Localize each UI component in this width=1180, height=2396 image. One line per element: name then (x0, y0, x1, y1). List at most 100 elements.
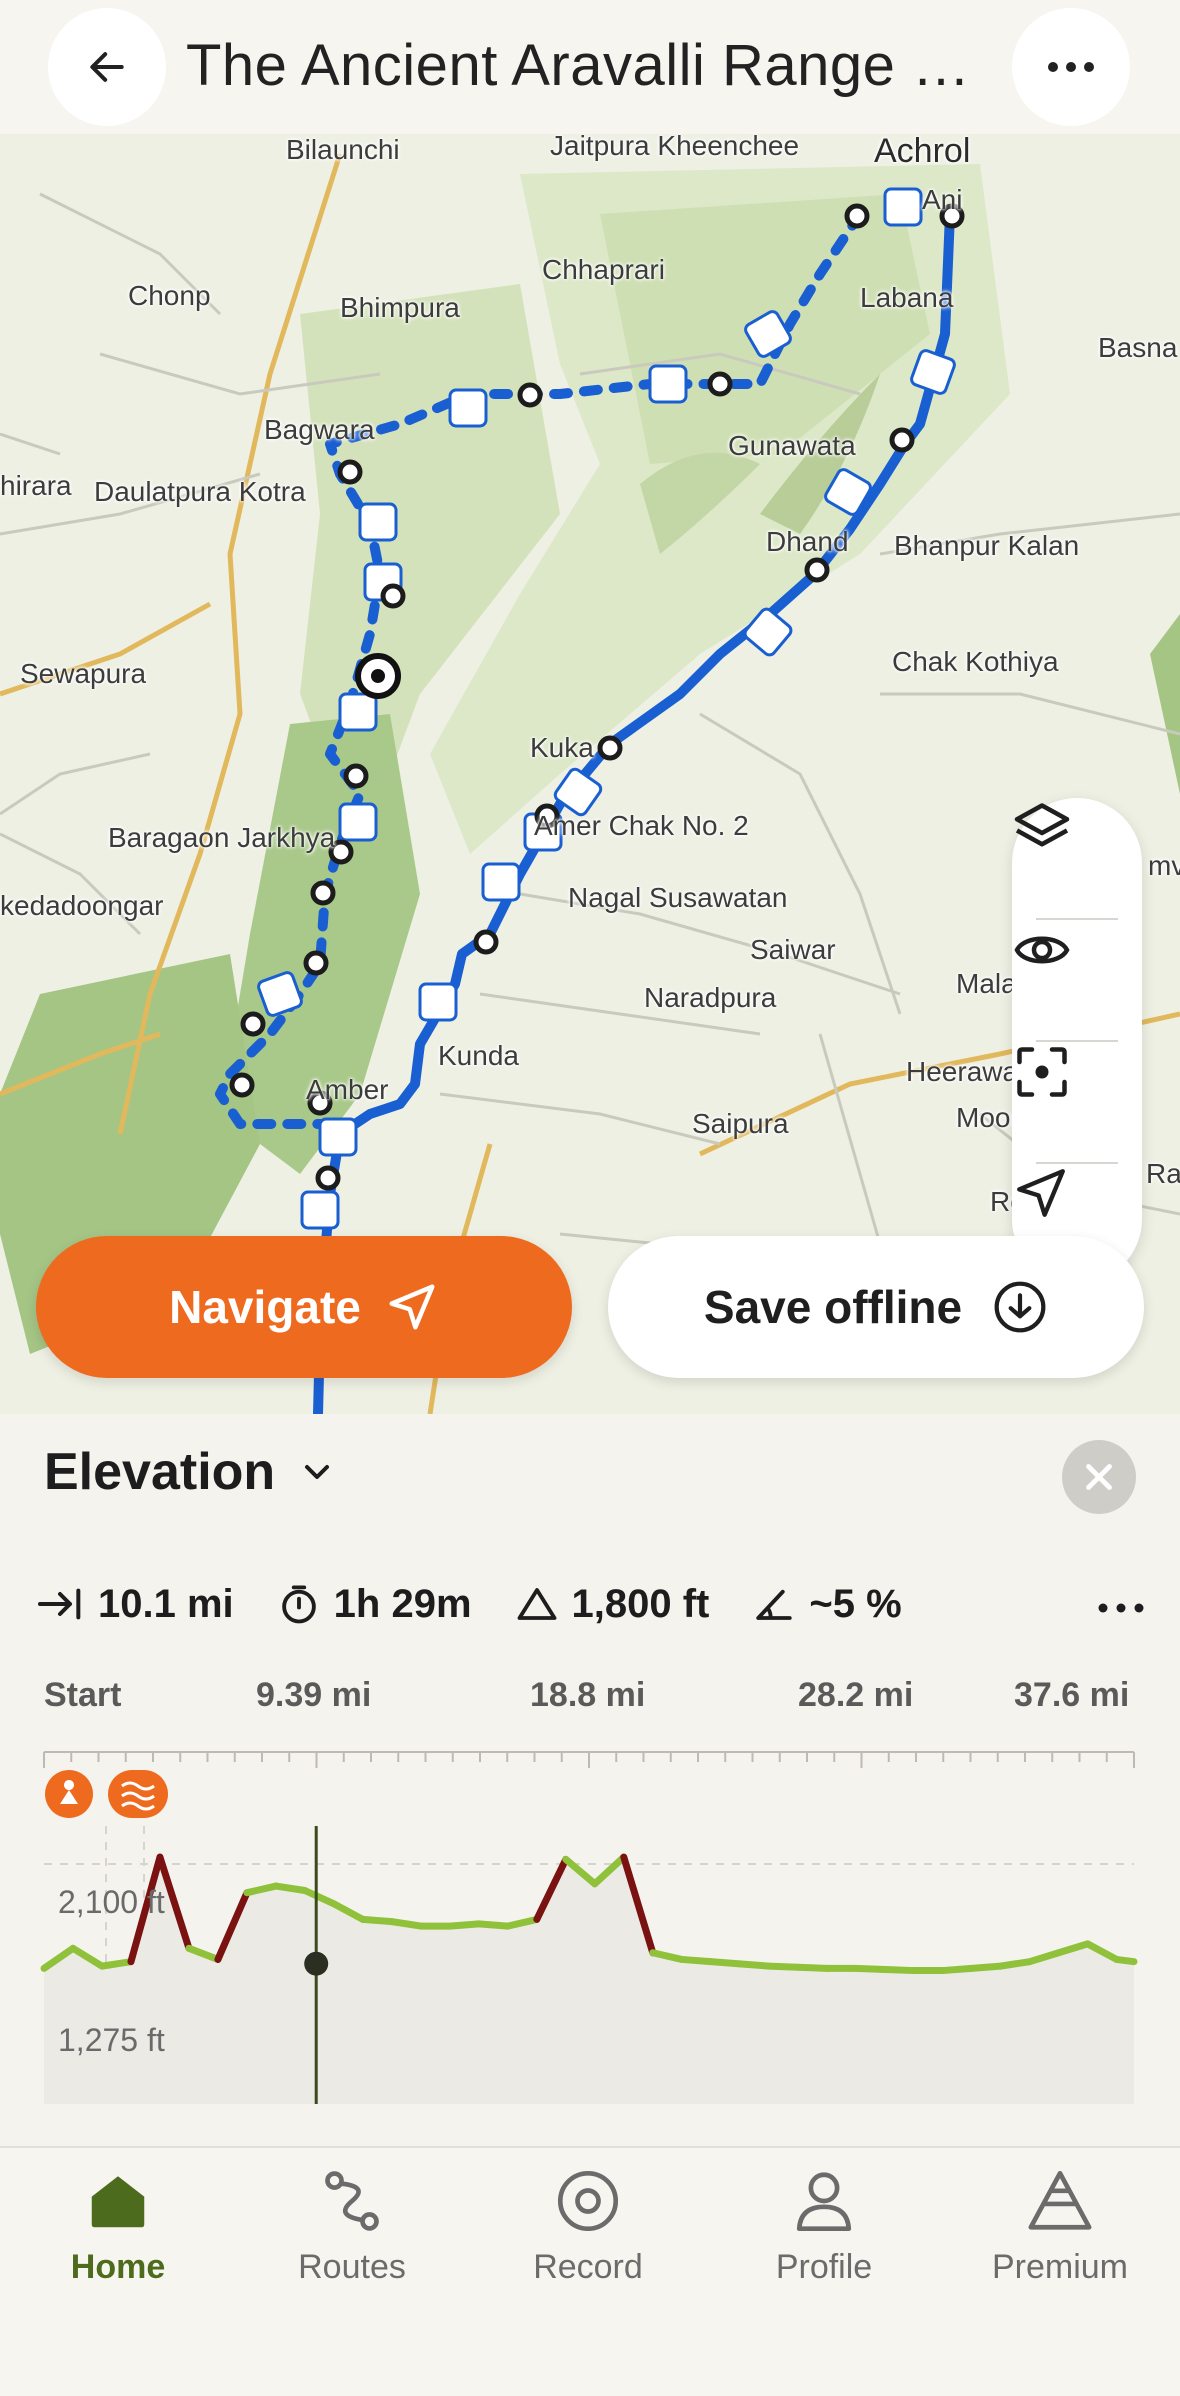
elevation-line-segment (707, 1958, 744, 1968)
map-label: mv (1148, 850, 1180, 881)
stat-duration: 1h 29m (278, 1582, 472, 1627)
map-label: Amber (306, 1074, 389, 1105)
focus-icon (1017, 1047, 1067, 1097)
arrow-left-icon (90, 52, 124, 82)
y-tick-label: 1,275 ft (58, 2022, 165, 2058)
map-label: Chak Kothiya (892, 646, 1059, 677)
stat-grade-value: ~5 % (809, 1581, 902, 1626)
map-label: Nagal Susawatan (568, 882, 788, 913)
distance-icon (38, 1588, 81, 1620)
elevation-line-segment (939, 1964, 976, 1975)
elevation-line-segment (272, 1882, 309, 1894)
close-icon (1086, 1464, 1112, 1490)
page-title: The Ancient Aravalli Range o... (186, 33, 986, 98)
elevation-chart[interactable]: Start 9.39 mi 18.8 mi 28.2 mi 37.6 mi 2,… (0, 1676, 1180, 2146)
tab-label: Profile (775, 2248, 873, 2286)
elevation-line-segment (765, 1962, 802, 1971)
back-button[interactable] (48, 8, 166, 126)
map-label: Bilaunchi (286, 134, 400, 165)
stat-grade: ~5 % (753, 1581, 902, 1627)
map-label: Daulatpura Kotra (94, 476, 306, 507)
save-offline-button[interactable]: Save offline (608, 1236, 1144, 1378)
map-label: Amer Chak No. 2 (534, 810, 749, 841)
grade-angle-icon (756, 1589, 793, 1620)
map-visibility-button[interactable] (1012, 920, 1142, 1040)
tab-record[interactable]: Record (488, 2166, 688, 2326)
elevation-line-segment (736, 1960, 773, 1970)
map-label: Moor (956, 1102, 1020, 1133)
elevation-area (44, 1857, 1134, 2104)
eye-icon (1014, 936, 1070, 964)
save-offline-label: Save offline (703, 1281, 963, 1333)
chevron-down-icon (305, 1465, 330, 1479)
map-canvas (0, 153, 1180, 1414)
map-label: Dhand (766, 526, 849, 557)
y-tick-label: 2,100 ft (58, 1884, 165, 1920)
more-horizontal-icon (1098, 1603, 1144, 1613)
map-layers-button[interactable] (1012, 798, 1142, 918)
navigation-arrow-icon (389, 1284, 435, 1330)
tab-label: Premium (991, 2248, 1129, 2286)
record-icon (557, 2170, 619, 2232)
route-map[interactable]: Bilaunchi Jaitpura Kheenchee Achrol Ani … (0, 134, 1180, 1414)
navigate-button[interactable]: Navigate (36, 1236, 572, 1378)
map-label: hirara (0, 470, 72, 501)
stat-duration-value: 1h 29m (333, 1581, 472, 1626)
elevation-line-segment (852, 1964, 889, 1973)
map-label: kedadoongar (0, 890, 164, 921)
stopwatch-icon (281, 1585, 316, 1624)
elevation-plot (40, 1751, 1138, 2104)
elevation-line-segment (678, 1955, 715, 1966)
layers-icon (1014, 803, 1070, 847)
navigate-label: Navigate (169, 1281, 361, 1333)
poi-water-icon[interactable] (108, 1770, 168, 1818)
map-label: Kuka (530, 732, 594, 763)
map-label: Kunda (438, 1040, 519, 1071)
stat-elevation-gain: 1,800 ft (516, 1582, 709, 1627)
elevation-line-segment (446, 1920, 483, 1930)
elevation-line-segment (98, 1958, 135, 1970)
map-label: Baragaon Jarkhya (108, 822, 336, 853)
download-circle-icon (994, 1281, 1046, 1333)
map-label: Basna (1098, 332, 1178, 363)
elevation-dropdown[interactable]: Elevation (44, 1442, 337, 1502)
tab-home[interactable]: Home (18, 2166, 218, 2326)
elevation-line-segment (388, 1918, 425, 1930)
tab-label: Record (533, 2248, 643, 2286)
position-marker-dot[interactable] (304, 1951, 329, 1976)
map-label: Mala (956, 968, 1017, 999)
map-label: Bhanpur Kalan (894, 530, 1080, 561)
location-arrow-icon (1017, 1169, 1065, 1217)
premium-icon (1028, 2170, 1092, 2230)
map-label: Bagwara (264, 414, 375, 445)
map-label: Bhimpura (340, 292, 460, 323)
stats-more-button[interactable] (1096, 1580, 1146, 1625)
home-icon (91, 2176, 145, 2228)
header: The Ancient Aravalli Range o... (0, 0, 1180, 134)
elevation-line-segment (881, 1965, 918, 1975)
map-label: Saiwar (750, 934, 836, 965)
map-label: Achrol (874, 134, 971, 170)
stat-distance-value: 10.1 mi (98, 1581, 234, 1626)
map-label: Saipura (692, 1108, 789, 1139)
map-label: Chhaprari (542, 254, 665, 285)
route-stats: 10.1 mi 1h 29m 1,800 ft ~5 % (36, 1562, 1146, 1646)
map-label: Heerawa (906, 1056, 1019, 1087)
map-label: Jaitpura Kheenchee (550, 134, 800, 161)
more-options-button[interactable] (1012, 8, 1130, 126)
map-label: Ra (1146, 1158, 1180, 1189)
elevation-line-segment (794, 1963, 831, 1972)
stat-distance: 10.1 mi (36, 1582, 234, 1627)
triangle-gain-icon (517, 1588, 556, 1620)
routes-icon (325, 2171, 379, 2231)
tab-premium[interactable]: Premium (960, 2166, 1160, 2326)
tab-label: Home (70, 2248, 166, 2286)
tab-profile[interactable]: Profile (724, 2166, 924, 2326)
map-label: Labana (860, 282, 954, 313)
elevation-line-segment (1113, 1955, 1138, 1966)
tab-routes[interactable]: Routes (252, 2166, 452, 2326)
tab-label: Routes (298, 2248, 406, 2286)
map-recenter-button[interactable] (1012, 1042, 1142, 1162)
close-elevation-button[interactable] (1062, 1440, 1136, 1514)
more-horizontal-icon (1048, 62, 1094, 72)
